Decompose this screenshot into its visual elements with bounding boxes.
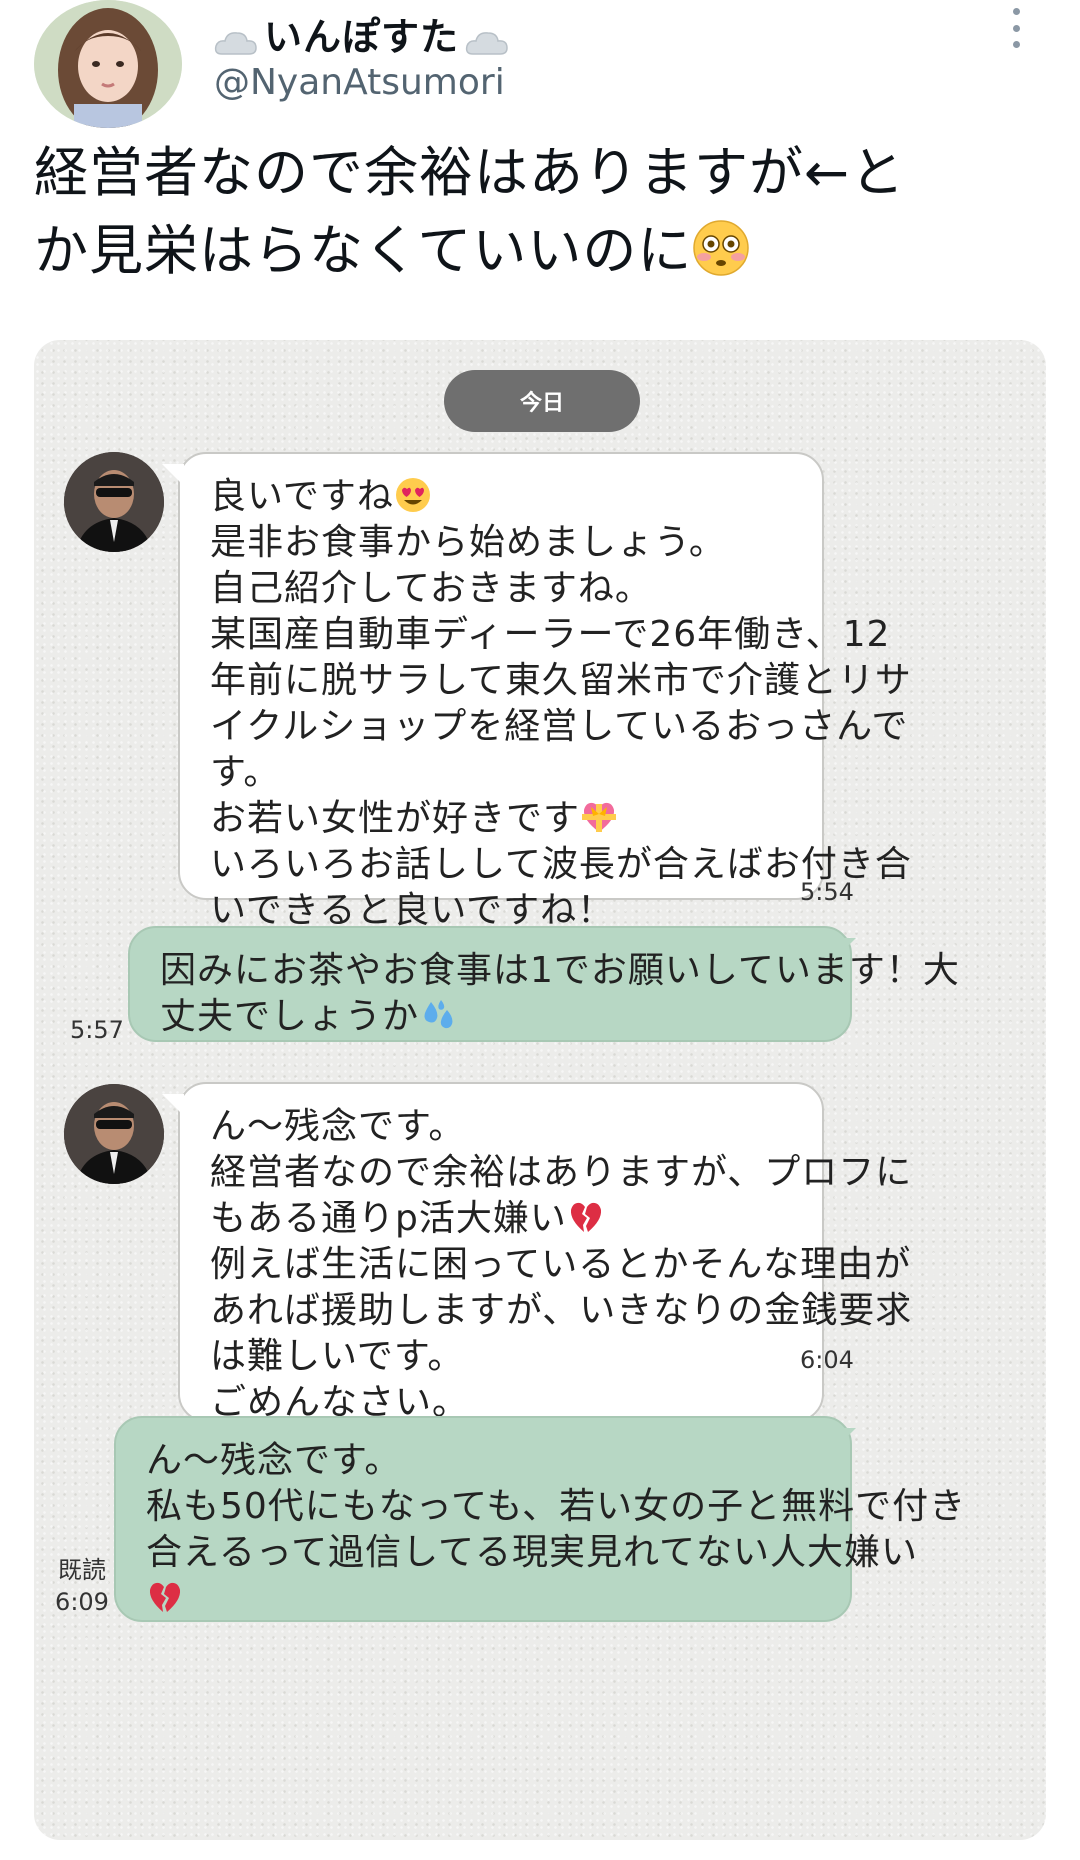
message-text: 丈夫でしょうか (160, 996, 420, 1037)
message-line: 是非お食事から始めましょう。 (210, 522, 726, 563)
tweet-line: 経営者なので余裕はありますが←と (34, 141, 906, 204)
cloud-icon (465, 21, 509, 55)
bubble-tail (834, 938, 856, 960)
message-line: 某国産自動車ディーラーで26年働き、12 (210, 614, 891, 655)
profile-name-text: いんぽすた (264, 15, 460, 59)
message-line: 合えるって過信してる現実見れてない人大嫌い (146, 1532, 918, 1573)
message-line: 例えば生活に困っているとかそんな理由が (210, 1244, 912, 1285)
message-text: 良いですね (210, 476, 394, 517)
message-line: す。 (210, 752, 281, 793)
message-time: 6:04 (800, 1346, 854, 1374)
chat-screenshot: 今日 良いですね 是非お食事から始めましょう。 自己紹介しておきますね。 某国産… (34, 340, 1046, 1840)
message-time: 6:09 (55, 1588, 109, 1616)
bubble-tail (162, 464, 184, 486)
flushed-face-icon (692, 219, 750, 277)
profile-name[interactable]: いんぽすた (214, 6, 509, 61)
profile-avatar[interactable] (34, 0, 182, 128)
message-text: もある通りp活大嫌い (210, 1198, 567, 1239)
message-bubble-sent[interactable]: ん〜残念です。 私も50代にもなっても、若い女の子と無料で付き 合えるって過信し… (114, 1416, 967, 1622)
tweet-line: か見栄はらなくていいのに (34, 212, 1044, 290)
message-line: 因みにお茶やお食事は1でお願いしています！大 (160, 950, 960, 991)
tweet-header: いんぽすた @NyanAtsumori (0, 0, 1080, 140)
message-bubble-sent[interactable]: 因みにお茶やお食事は1でお願いしています！大 丈夫でしょうか (128, 926, 960, 1042)
bubble-tail (834, 1428, 856, 1450)
message-line: ん〜残念です。 (146, 1440, 402, 1481)
sender-avatar[interactable] (64, 1084, 164, 1184)
message-line: 自己紹介しておきますね。 (210, 568, 652, 609)
sweat-droplets-icon (419, 996, 457, 1034)
read-label: 既読 (58, 1556, 106, 1584)
message-line (146, 1576, 820, 1622)
message-line: あれば援助しますが、いきなりの金銭要求 (210, 1290, 913, 1331)
read-status: 既読 6:09 (54, 1554, 110, 1618)
message-bubble-received[interactable]: ん〜残念です。 経営者なので余裕はありますが、プロフに もある通りp活大嫌い 例… (178, 1082, 913, 1423)
message-line: 経営者なので余裕はありますが、プロフに (210, 1152, 913, 1193)
message-line: もある通りp活大嫌い (210, 1196, 792, 1242)
broken-heart-icon (567, 1198, 605, 1236)
heart-eyes-emoji-icon (394, 476, 432, 514)
message-line: いろいろお話しして波長が合えばお付き合 (210, 844, 912, 885)
tweet-text: 経営者なので余裕はありますが←と か見栄はらなくていいのに (34, 134, 1044, 290)
bubble-tail (162, 1094, 184, 1116)
message-line: 年前に脱サラして東久留米市で介護とリサ (210, 660, 912, 701)
profile-handle[interactable]: @NyanAtsumori (214, 62, 505, 103)
message-text: お若い女性が好きです (210, 798, 581, 839)
tweet-line-text: か見栄はらなくていいのに (34, 219, 693, 282)
message-line: お若い女性が好きです (210, 796, 792, 842)
date-chip: 今日 (444, 370, 640, 432)
message-line: は難しいです。 (210, 1336, 465, 1377)
message-time: 5:57 (70, 1016, 124, 1044)
message-bubble-received[interactable]: 良いですね 是非お食事から始めましょう。 自己紹介しておきますね。 某国産自動車… (178, 452, 912, 931)
sender-avatar[interactable] (64, 452, 164, 552)
message-line: 良いですね (210, 474, 792, 520)
message-line: 私も50代にもなっても、若い女の子と無料で付き (146, 1486, 967, 1527)
message-line: ん〜残念です。 (210, 1106, 466, 1147)
message-line: イクルショップを経営しているおっさんで (210, 706, 909, 747)
cloud-icon (214, 21, 258, 55)
message-line: 丈夫でしょうか (160, 994, 820, 1040)
heart-with-ribbon-icon (580, 798, 618, 836)
message-time: 5:54 (800, 878, 854, 906)
more-options-icon[interactable] (1010, 8, 1022, 48)
broken-heart-icon (146, 1578, 184, 1616)
